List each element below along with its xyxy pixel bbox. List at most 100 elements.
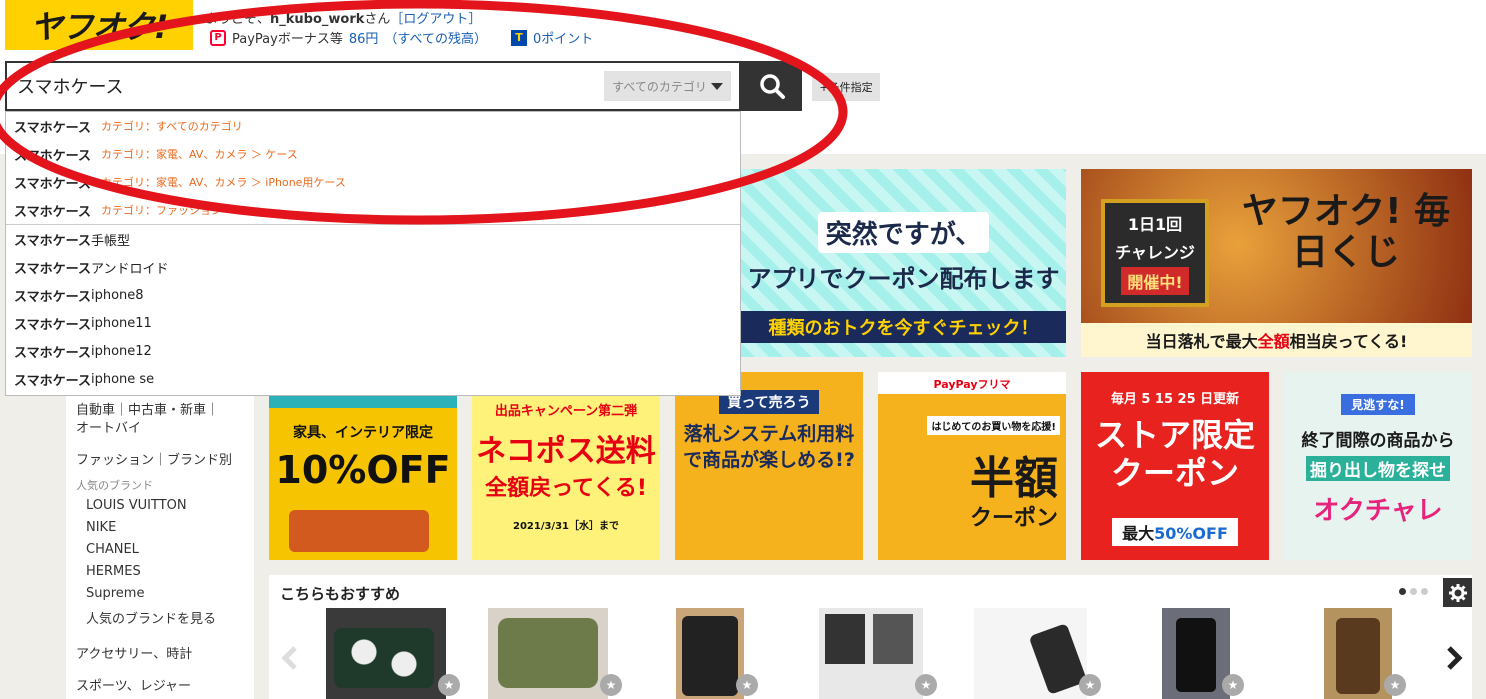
banner-nekopos-line1: ネコポス送料 <box>476 434 656 469</box>
product-image <box>498 618 598 688</box>
suggest-keyword-item[interactable]: スマホケース iphone se <box>6 365 740 393</box>
carousel-next-button[interactable] <box>1443 645 1465 675</box>
banner-interior-coupon[interactable]: 家具、インテリア限定 10%OFF <box>269 372 457 560</box>
product-thumbnail[interactable]: ★ <box>974 608 1101 699</box>
product-thumbnail[interactable]: ★ <box>326 608 460 699</box>
kuji-bottom-post: 相当戻ってくる! <box>1289 332 1408 351</box>
suggest-keyword-item[interactable]: スマホケース 手帳型 <box>6 225 740 253</box>
nav-sports[interactable]: スポーツ、レジャー <box>76 675 191 694</box>
watch-star-icon[interactable]: ★ <box>600 674 622 696</box>
nav-brand-item[interactable]: HERMES <box>86 564 141 579</box>
nav-popular-brands-heading: 人気のブランド <box>76 479 153 492</box>
suggest-keyword: スマホケース <box>14 120 91 136</box>
nav-fashion[interactable]: ファッション｜ブランド別 <box>76 449 232 468</box>
suggest-keyword-rest: 手帳型 <box>90 233 130 249</box>
site-logo[interactable]: ヤフオク! <box>5 0 193 50</box>
watch-star-icon[interactable]: ★ <box>438 674 460 696</box>
settings-button[interactable] <box>1443 578 1472 607</box>
nav-brand-item[interactable]: 人気のブランドを見る <box>86 608 216 627</box>
product-thumbnail[interactable]: ★ <box>1162 608 1244 699</box>
suggest-keyword: スマホケース <box>14 233 91 249</box>
greeting: ようこそ、h_kubo_workさん［ログアウト］ <box>205 8 481 27</box>
suggest-keyword: スマホケース <box>14 148 91 164</box>
watch-star-icon[interactable]: ★ <box>736 674 758 696</box>
suggest-category: カテゴリ：ファッション <box>100 204 222 217</box>
suggest-keyword: スマホケース <box>14 317 91 333</box>
suggest-category-item[interactable]: スマホケース カテゴリ：家電、AV、カメラ ＞ ケース <box>6 140 740 168</box>
carousel-dot[interactable] <box>1410 588 1417 595</box>
banner-store-off-num: 50%OFF <box>1154 524 1228 543</box>
product-image <box>1336 618 1380 694</box>
search-suggest-dropdown: スマホケース カテゴリ：すべてのカテゴリ スマホケース カテゴリ：家電、AV、カ… <box>5 111 741 396</box>
watch-star-icon[interactable]: ★ <box>915 674 937 696</box>
carousel-dots[interactable] <box>1399 588 1428 595</box>
banner-sell-body: 落札システム利用料で商品が楽しめる!? <box>683 423 855 471</box>
banner-daily-kuji[interactable]: 1日1回 チャレンジ 開催中! ヤフオク! 毎日くじ 当日落札で最大 全額 相当戻っ… <box>1081 169 1472 357</box>
banner-nekopos-date: 2021/3/31［水］まで <box>512 521 619 532</box>
watch-star-icon[interactable]: ★ <box>1079 674 1101 696</box>
suggest-category: カテゴリ：すべてのカテゴリ <box>100 120 243 133</box>
recommend-title: こちらもおすすめ <box>280 585 401 603</box>
suggest-category-item[interactable]: スマホケース カテゴリ：家電、AV、カメラ ＞ iPhone用ケース <box>6 168 740 196</box>
nav-cars[interactable]: 自動車｜中古車・新車｜ <box>76 399 219 418</box>
suggest-category-item[interactable]: スマホケース カテゴリ：すべてのカテゴリ <box>6 112 740 140</box>
carousel-dot[interactable] <box>1399 588 1406 595</box>
suggest-keyword-rest: iphone11 <box>90 315 152 331</box>
recommend-section: こちらもおすすめ ★ ★ ★ ★ ★ ★ ★ <box>269 575 1472 699</box>
nav-brand-item[interactable]: LOUIS VUITTON <box>86 498 187 513</box>
kuji-bottom-red: 全額 <box>1257 332 1290 351</box>
nav-accessories[interactable]: アクセサリー、時計 <box>76 643 192 662</box>
product-image <box>825 614 865 664</box>
banner-store-coupon[interactable]: 毎月 5 15 25 日更新 ストア限定 クーポン 最大50%OFF <box>1081 372 1269 560</box>
nav-brand-item[interactable]: Supreme <box>86 586 144 601</box>
banner-okuchare[interactable]: 見逃すな! 終了間際の商品から 掘り出し物を探せ オクチャレ <box>1284 372 1472 560</box>
banner-flea-coupon: クーポン <box>969 506 1058 531</box>
banner-paypay-flea[interactable]: PayPayフリマ はじめてのお買い物を応援! 半額 クーポン <box>878 372 1066 560</box>
banner-okuchare-line1: 終了間際の商品から <box>1301 431 1455 451</box>
username: h_kubo_work <box>270 12 365 27</box>
product-thumbnail[interactable]: ★ <box>676 608 758 699</box>
carousel-dot[interactable] <box>1421 588 1428 595</box>
greeting-prefix: ようこそ、 <box>205 12 271 27</box>
tpoint-icon: T <box>510 29 527 46</box>
kuji-title: ヤフオク! 毎日くじ <box>1241 191 1451 274</box>
watch-star-icon[interactable]: ★ <box>1384 674 1406 696</box>
banner-flea-msg: はじめてのお買い物を応援! <box>927 416 1060 435</box>
product-thumbnail[interactable]: ★ <box>819 608 937 699</box>
logout-link[interactable]: ［ログアウト］ <box>390 12 481 27</box>
tpoint-link[interactable]: 0ポイント <box>533 28 593 47</box>
banner-app-coupon[interactable]: 突然ですが、 アプリでクーポン配布します 種類のおトクを今すぐチェック！ <box>741 169 1066 357</box>
page: 自動車｜中古車・新車｜ オートバイ ファッション｜ブランド別 人気のブランド L… <box>0 0 1486 699</box>
product-thumbnail[interactable]: ★ <box>488 608 622 699</box>
product-image <box>334 628 434 688</box>
banner-okuchare-line2: 掘り出し物を探せ <box>1306 456 1450 481</box>
search-button[interactable] <box>741 61 802 111</box>
suggest-keyword: スマホケース <box>14 289 91 305</box>
nav-brand-item[interactable]: NIKE <box>86 520 116 535</box>
kuji-bottom-pre: 当日落札で最大 <box>1145 332 1258 351</box>
banner-nekopos[interactable]: 出品キャンペーン第二弾 ネコポス送料 全額戻ってくる! 2021/3/31［水］… <box>472 372 660 560</box>
paypay-breakdown-link[interactable]: （すべての残高） <box>384 28 487 47</box>
nav-brand-item[interactable]: CHANEL <box>86 542 139 557</box>
watch-star-icon[interactable]: ★ <box>1222 674 1244 696</box>
suggest-keyword-item[interactable]: スマホケース iphone8 <box>6 281 740 309</box>
search-input[interactable] <box>17 72 577 100</box>
kuji-badge-line2: チャレンジ <box>1115 243 1195 262</box>
banner-flea-big: 半額 <box>970 453 1058 504</box>
search-box: すべてのカテゴリ <box>5 61 741 111</box>
product-image <box>1176 618 1216 692</box>
suggest-keyword-item[interactable]: スマホケース iphone11 <box>6 309 740 337</box>
paypay-amount-link[interactable]: 86円 <box>349 28 379 47</box>
banner-buy-and-sell[interactable]: 買って売ろう 落札システム利用料で商品が楽しめる!? <box>675 372 863 560</box>
nav-bikes[interactable]: オートバイ <box>76 417 141 436</box>
gear-icon <box>1448 583 1467 602</box>
carousel-prev-button[interactable] <box>279 645 301 675</box>
banner-interior-label: 家具、インテリア限定 <box>293 425 433 441</box>
category-select[interactable]: すべてのカテゴリ <box>604 71 731 101</box>
suggest-keyword-item[interactable]: スマホケース iphone12 <box>6 337 740 365</box>
banner-store-head: 毎月 5 15 25 日更新 <box>1110 392 1240 407</box>
product-thumbnail[interactable]: ★ <box>1324 608 1406 699</box>
suggest-keyword-item[interactable]: スマホケース アンドロイド <box>6 253 740 281</box>
condition-button[interactable]: +条件指定 <box>812 73 880 101</box>
suggest-category-item[interactable]: スマホケース カテゴリ：ファッション <box>6 196 740 224</box>
